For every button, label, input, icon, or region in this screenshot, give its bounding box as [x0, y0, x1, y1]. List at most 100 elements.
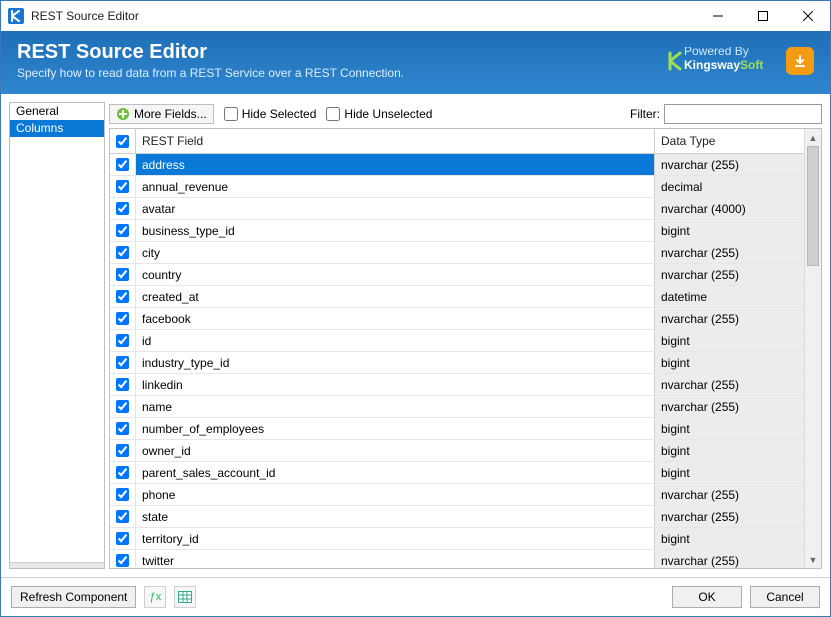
sidebar-strip	[10, 562, 104, 568]
plus-icon	[116, 107, 130, 121]
row-check-cell[interactable]	[110, 352, 136, 373]
table-row[interactable]: countrynvarchar (255)	[110, 264, 804, 286]
header-check-cell[interactable]	[110, 129, 136, 153]
table-row[interactable]: business_type_idbigint	[110, 220, 804, 242]
fx-button[interactable]: ƒx	[144, 586, 166, 608]
cancel-button[interactable]: Cancel	[750, 586, 820, 608]
row-checkbox[interactable]	[116, 444, 129, 457]
row-check-cell[interactable]	[110, 220, 136, 241]
maximize-button[interactable]	[740, 1, 785, 31]
table-row[interactable]: avatarnvarchar (4000)	[110, 198, 804, 220]
row-checkbox[interactable]	[116, 312, 129, 325]
ok-button[interactable]: OK	[672, 586, 742, 608]
row-checkbox[interactable]	[116, 224, 129, 237]
row-field: name	[136, 396, 654, 417]
row-check-cell[interactable]	[110, 528, 136, 549]
row-checkbox[interactable]	[116, 246, 129, 259]
row-checkbox[interactable]	[116, 356, 129, 369]
row-checkbox[interactable]	[116, 334, 129, 347]
row-check-cell[interactable]	[110, 374, 136, 395]
row-checkbox[interactable]	[116, 378, 129, 391]
row-checkbox[interactable]	[116, 290, 129, 303]
row-checkbox[interactable]	[116, 268, 129, 281]
row-checkbox[interactable]	[116, 400, 129, 413]
row-field: business_type_id	[136, 220, 654, 241]
table-row[interactable]: statenvarchar (255)	[110, 506, 804, 528]
row-type: nvarchar (4000)	[654, 198, 804, 219]
hide-selected-input[interactable]	[224, 107, 238, 121]
row-checkbox[interactable]	[116, 158, 129, 171]
header-type[interactable]: Data Type	[654, 129, 804, 153]
close-button[interactable]	[785, 1, 830, 31]
table-row[interactable]: number_of_employeesbigint	[110, 418, 804, 440]
sidebar-item-columns[interactable]: Columns	[10, 120, 104, 137]
row-checkbox[interactable]	[116, 202, 129, 215]
row-type: nvarchar (255)	[654, 264, 804, 285]
grid-wrap: REST Field Data Type addressnvarchar (25…	[109, 128, 822, 569]
row-field: phone	[136, 484, 654, 505]
header-field[interactable]: REST Field	[136, 129, 654, 153]
row-checkbox[interactable]	[116, 510, 129, 523]
scroll-thumb[interactable]	[807, 146, 819, 266]
minimize-button[interactable]	[695, 1, 740, 31]
table-row[interactable]: annual_revenuedecimal	[110, 176, 804, 198]
row-check-cell[interactable]	[110, 286, 136, 307]
header-text: REST Source Editor Specify how to read d…	[17, 41, 666, 80]
row-checkbox[interactable]	[116, 180, 129, 193]
table-row[interactable]: industry_type_idbigint	[110, 352, 804, 374]
table-row[interactable]: phonenvarchar (255)	[110, 484, 804, 506]
hide-unselected-input[interactable]	[326, 107, 340, 121]
row-check-cell[interactable]	[110, 176, 136, 197]
scroll-down-arrow[interactable]: ▼	[805, 551, 822, 568]
row-type: bigint	[654, 528, 804, 549]
table-row[interactable]: owner_idbigint	[110, 440, 804, 462]
sidebar-item-general[interactable]: General	[10, 103, 104, 120]
table-row[interactable]: twitternvarchar (255)	[110, 550, 804, 568]
row-checkbox[interactable]	[116, 488, 129, 501]
row-field: address	[136, 154, 654, 175]
row-type: bigint	[654, 462, 804, 483]
table-row[interactable]: created_atdatetime	[110, 286, 804, 308]
download-button[interactable]	[786, 47, 814, 75]
header-right: Powered By KingswaySoft	[666, 47, 814, 75]
header-checkbox[interactable]	[116, 135, 129, 148]
scroll-up-arrow[interactable]: ▲	[805, 129, 822, 146]
row-check-cell[interactable]	[110, 308, 136, 329]
body: GeneralColumns More Fields... Hide Selec…	[1, 94, 830, 577]
row-check-cell[interactable]	[110, 506, 136, 527]
row-checkbox[interactable]	[116, 466, 129, 479]
row-checkbox[interactable]	[116, 554, 129, 567]
vertical-scrollbar[interactable]: ▲ ▼	[804, 129, 821, 568]
table-row[interactable]: idbigint	[110, 330, 804, 352]
row-check-cell[interactable]	[110, 198, 136, 219]
more-fields-button[interactable]: More Fields...	[109, 104, 214, 124]
row-field: parent_sales_account_id	[136, 462, 654, 483]
table-row[interactable]: namenvarchar (255)	[110, 396, 804, 418]
table-row[interactable]: parent_sales_account_idbigint	[110, 462, 804, 484]
table-row[interactable]: facebooknvarchar (255)	[110, 308, 804, 330]
row-type: nvarchar (255)	[654, 506, 804, 527]
row-check-cell[interactable]	[110, 330, 136, 351]
row-checkbox[interactable]	[116, 422, 129, 435]
refresh-component-button[interactable]: Refresh Component	[11, 586, 136, 608]
app-icon	[7, 7, 25, 25]
row-check-cell[interactable]	[110, 550, 136, 568]
table-icon-button[interactable]	[174, 586, 196, 608]
table-row[interactable]: addressnvarchar (255)	[110, 154, 804, 176]
row-check-cell[interactable]	[110, 242, 136, 263]
row-check-cell[interactable]	[110, 154, 136, 175]
row-check-cell[interactable]	[110, 462, 136, 483]
hide-unselected-checkbox[interactable]: Hide Unselected	[326, 107, 432, 121]
table-row[interactable]: territory_idbigint	[110, 528, 804, 550]
row-checkbox[interactable]	[116, 532, 129, 545]
row-check-cell[interactable]	[110, 264, 136, 285]
row-field: state	[136, 506, 654, 527]
row-check-cell[interactable]	[110, 396, 136, 417]
row-check-cell[interactable]	[110, 418, 136, 439]
table-row[interactable]: linkedinnvarchar (255)	[110, 374, 804, 396]
hide-selected-checkbox[interactable]: Hide Selected	[224, 107, 317, 121]
row-check-cell[interactable]	[110, 484, 136, 505]
row-check-cell[interactable]	[110, 440, 136, 461]
filter-input[interactable]	[664, 104, 822, 124]
table-row[interactable]: citynvarchar (255)	[110, 242, 804, 264]
